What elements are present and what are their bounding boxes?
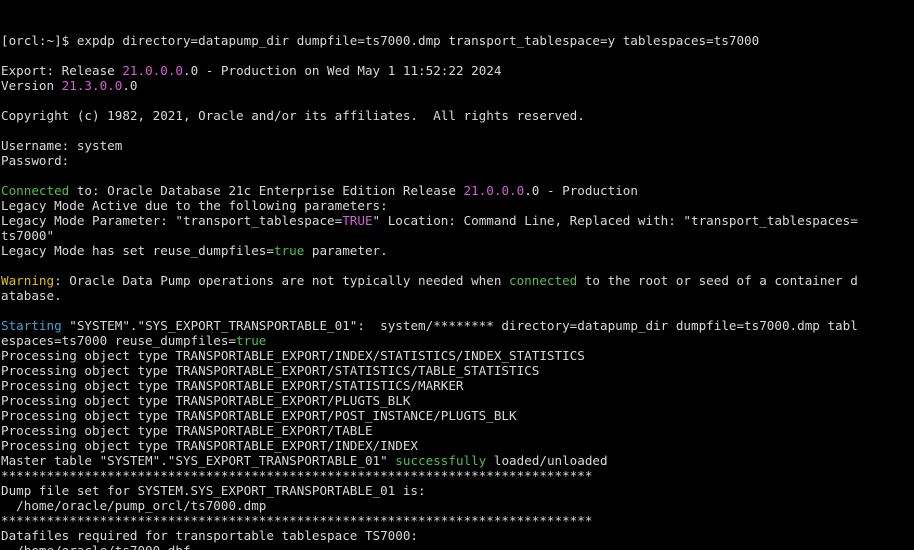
terminal-text: Legacy Mode has set reuse_dumpfiles=: [1, 243, 274, 258]
terminal-text: Processing object type TRANSPORTABLE_EXP…: [1, 348, 585, 363]
terminal-line: Starting "SYSTEM"."SYS_EXPORT_TRANSPORTA…: [1, 318, 914, 333]
terminal-line: Username: system: [1, 138, 914, 153]
terminal-line: [orcl:~]$ expdp directory=datapump_dir d…: [1, 33, 914, 48]
terminal-line: /home/oracle/pump_orcl/ts7000.dmp: [1, 498, 914, 513]
terminal-text: Processing object type TRANSPORTABLE_EXP…: [1, 408, 517, 423]
terminal-highlight-text: true: [273, 243, 305, 258]
terminal-line: Legacy Mode Parameter: "transport_tables…: [1, 213, 914, 228]
terminal-line: Dump file set for SYSTEM.SYS_EXPORT_TRAN…: [1, 483, 914, 498]
terminal-text: Master table "SYSTEM"."SYS_EXPORT_TRANSP…: [1, 453, 396, 468]
terminal-line: Processing object type TRANSPORTABLE_EXP…: [1, 393, 914, 408]
terminal-text: to: Oracle Database 21c Enterprise Editi…: [69, 183, 464, 198]
terminal-text: " Location: Command Line, Replaced with:…: [372, 213, 858, 228]
terminal-line: espaces=ts7000 reuse_dumpfiles=true: [1, 333, 914, 348]
terminal-text: /home/oracle/ts7000.dbf: [1, 543, 190, 550]
terminal-highlight-text: Connected: [1, 183, 70, 198]
terminal-text: ****************************************…: [1, 468, 593, 483]
terminal-line: Password:: [1, 153, 914, 168]
terminal-text: .0: [122, 78, 138, 93]
terminal-text: .0 - Production on Wed May 1 11:52:22 20…: [183, 63, 502, 78]
terminal-highlight-text: 21.0.0.0: [122, 63, 183, 78]
terminal-text: Export: Release: [1, 63, 123, 78]
terminal-line: ****************************************…: [1, 513, 914, 528]
terminal-text: Processing object type TRANSPORTABLE_EXP…: [1, 393, 411, 408]
terminal-highlight-text: successfully: [395, 453, 487, 468]
terminal-text: Dump file set for SYSTEM.SYS_EXPORT_TRAN…: [1, 483, 426, 498]
terminal-line: ts7000": [1, 228, 914, 243]
terminal-line: Datafiles required for transportable tab…: [1, 528, 914, 543]
terminal-highlight-text: Starting: [1, 318, 62, 333]
terminal-window[interactable]: [orcl:~]$ expdp directory=datapump_dir d…: [0, 0, 914, 550]
terminal-line: Master table "SYSTEM"."SYS_EXPORT_TRANSP…: [1, 453, 914, 468]
terminal-line: Export: Release 21.0.0.0.0 - Production …: [1, 63, 914, 78]
terminal-text: to the root or seed of a container d: [577, 273, 858, 288]
terminal-text: Username: system: [1, 138, 123, 153]
terminal-line: Connected to: Oracle Database 21c Enterp…: [1, 183, 914, 198]
terminal-text: [orcl:~]$ expdp directory=datapump_dir d…: [1, 33, 760, 48]
terminal-line: ****************************************…: [1, 468, 914, 483]
terminal-line: Processing object type TRANSPORTABLE_EXP…: [1, 408, 914, 423]
terminal-text: espaces=ts7000 reuse_dumpfiles=: [1, 333, 237, 348]
terminal-text: Processing object type TRANSPORTABLE_EXP…: [1, 363, 540, 378]
terminal-highlight-text: connected: [509, 273, 578, 288]
terminal-text: parameter.: [304, 243, 388, 258]
terminal-text: Version: [1, 78, 62, 93]
terminal-line: Processing object type TRANSPORTABLE_EXP…: [1, 378, 914, 393]
terminal-highlight-text: Warning: [1, 273, 55, 288]
terminal-text: Legacy Mode Parameter: "transport_tables…: [1, 213, 343, 228]
terminal-text: loaded/unloaded: [486, 453, 608, 468]
terminal-text: Password:: [1, 153, 70, 168]
terminal-text: ****************************************…: [1, 513, 593, 528]
terminal-text: Legacy Mode Active due to the following …: [1, 198, 388, 213]
terminal-line: Processing object type TRANSPORTABLE_EXP…: [1, 348, 914, 363]
terminal-line: Version 21.3.0.0.0: [1, 78, 914, 93]
terminal-line: /home/oracle/ts7000.dbf: [1, 543, 914, 550]
terminal-output: [orcl:~]$ expdp directory=datapump_dir d…: [1, 33, 914, 550]
terminal-text: Processing object type TRANSPORTABLE_EXP…: [1, 438, 419, 453]
terminal-text: /home/oracle/pump_orcl/ts7000.dmp: [1, 498, 267, 513]
terminal-highlight-text: true: [236, 333, 267, 348]
terminal-text: : Oracle Data Pump operations are not ty…: [54, 273, 510, 288]
terminal-line: atabase.: [1, 288, 914, 303]
terminal-text: Copyright (c) 1982, 2021, Oracle and/or …: [1, 108, 585, 123]
terminal-line: Processing object type TRANSPORTABLE_EXP…: [1, 438, 914, 453]
terminal-line: Warning: Oracle Data Pump operations are…: [1, 273, 914, 288]
terminal-text: .0 - Production: [524, 183, 638, 198]
terminal-text: Datafiles required for transportable tab…: [1, 528, 419, 543]
terminal-text: atabase.: [1, 288, 62, 303]
terminal-line: Legacy Mode Active due to the following …: [1, 198, 914, 213]
terminal-line: Processing object type TRANSPORTABLE_EXP…: [1, 363, 914, 378]
terminal-line: Legacy Mode has set reuse_dumpfiles=true…: [1, 243, 914, 258]
terminal-line: Processing object type TRANSPORTABLE_EXP…: [1, 423, 914, 438]
terminal-text: ts7000": [1, 228, 55, 243]
terminal-text: "SYSTEM"."SYS_EXPORT_TRANSPORTABLE_01": …: [61, 318, 858, 333]
terminal-line: Copyright (c) 1982, 2021, Oracle and/or …: [1, 108, 914, 123]
terminal-highlight-text: 21.3.0.0: [61, 78, 123, 93]
terminal-text: Processing object type TRANSPORTABLE_EXP…: [1, 378, 464, 393]
terminal-highlight-text: TRUE: [342, 213, 373, 228]
terminal-highlight-text: 21.0.0.0: [463, 183, 525, 198]
terminal-text: Processing object type TRANSPORTABLE_EXP…: [1, 423, 373, 438]
